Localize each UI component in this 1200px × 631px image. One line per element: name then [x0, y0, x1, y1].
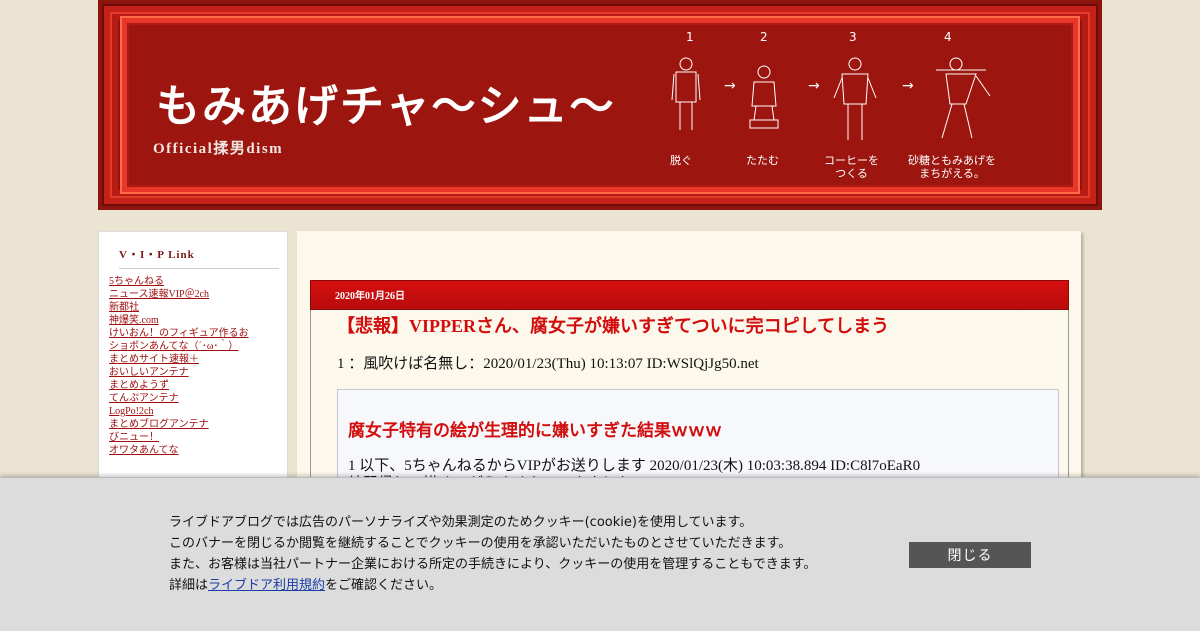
sidebar-link[interactable]: まとめようず [109, 380, 169, 391]
sidebar-link-item: LogPo!2ch [109, 405, 287, 418]
sidebar-link-item: おいしいアンテナ [109, 366, 287, 379]
arrow-icon: → [902, 78, 914, 94]
sidebar-link[interactable]: 5ちゃんねる [109, 276, 164, 287]
sidebar-link-item: まとめブログアンテナ [109, 418, 287, 431]
step-number: 2 [760, 30, 768, 44]
site-subtitle: Official揉男dism [153, 141, 284, 157]
cookie-text: ライブドアブログでは広告のパーソナライズや効果測定のためクッキー(cookie)… [169, 512, 816, 596]
sidebar-link[interactable]: 新都社 [109, 302, 139, 313]
sidebar-link-item: てんぷアンテナ [109, 392, 287, 405]
post-title[interactable]: 【悲報】VIPPERさん、腐女子が嫌いすぎてついに完コピしてしまう [337, 312, 889, 338]
sidebar-link[interactable]: てんぷアンテナ [109, 393, 179, 404]
sidebar-link-item: ニュース速報VIP＠2ch [109, 288, 287, 301]
step-number: 1 [686, 30, 694, 44]
sidebar-link-item: まとめサイト速報＋ [109, 353, 287, 366]
post-body: 【悲報】VIPPERさん、腐女子が嫌いすぎてついに完コピしてしまう 1 ：風吹け… [310, 310, 1069, 499]
date-bar: 2020年01月26日 [310, 280, 1069, 310]
step-number: 4 [944, 30, 952, 44]
sugar-figure-icon [936, 57, 991, 139]
sidebar-link[interactable]: LogPo!2ch [109, 406, 153, 417]
cookie-detail-suffix: をご確認ください。 [325, 578, 443, 593]
sidebar-link[interactable]: おいしいアンテナ [109, 367, 189, 378]
sidebar-link-item: 新都社 [109, 301, 287, 314]
sidebar-link[interactable]: びニュー！ [109, 432, 159, 443]
sidebar: V・I・P Link 5ちゃんねる ニュース速報VIP＠2ch 新都社 神爆笑.… [98, 231, 288, 491]
step-caption: たたむ [746, 154, 779, 167]
site-header: もみあげチャ～シュ～ Official揉男dism 1 2 3 4 → → → … [98, 0, 1102, 210]
step-caption: コーヒーを つくる [824, 154, 879, 180]
fold-figure-icon [749, 65, 779, 129]
sidebar-link[interactable]: 神爆笑.com [109, 315, 159, 326]
main-content: 2020年01月26日 【悲報】VIPPERさん、腐女子が嫌いすぎてついに完コピ… [297, 231, 1081, 499]
cookie-banner: ライブドアブログでは広告のパーソナライズや効果測定のためクッキー(cookie)… [0, 477, 1200, 631]
sidebar-link[interactable]: ニュース速報VIP＠2ch [109, 289, 209, 300]
header-steps-illustration: 1 2 3 4 → → → 脱ぐ たたむ コーヒーを つくる 砂糖ともみあげを … [658, 28, 1038, 188]
sidebar-link-item: ショボンあんてな（´･ω･｀） [109, 340, 287, 353]
quote-title: 腐女子特有の絵が生理的に嫌いすぎた結果ｗｗｗ [348, 421, 722, 440]
cookie-line: また、お客様は当社パートナー企業における所定の手続きにより、クッキーの使用を管理… [169, 557, 817, 572]
cookie-line: このバナーを閉じるか閲覧を継続することでクッキーの使用を承認いただいたものとさせ… [169, 536, 792, 551]
undress-figure-icon [671, 57, 701, 130]
site-title[interactable]: もみあげチャ～シュ～ [156, 70, 616, 134]
sidebar-link[interactable]: まとめブログアンテナ [109, 419, 209, 430]
coffee-figure-icon [833, 57, 877, 140]
post-date: 2020年01月26日 [335, 291, 405, 302]
step-caption: 脱ぐ [670, 154, 692, 167]
sidebar-link[interactable]: けいおん！のフィギュア作るお [109, 328, 249, 339]
sidebar-link[interactable]: まとめサイト速報＋ [109, 354, 199, 365]
sidebar-link-item: まとめようず [109, 379, 287, 392]
sidebar-link[interactable]: オワタあんてな [109, 445, 179, 456]
step-number: 3 [849, 30, 857, 44]
sidebar-link-item: 5ちゃんねる [109, 275, 287, 288]
sidebar-link-list: 5ちゃんねる ニュース速報VIP＠2ch 新都社 神爆笑.com けいおん！のフ… [109, 275, 287, 457]
cookie-line: ライブドアブログでは広告のパーソナライズや効果測定のためクッキー(cookie)… [169, 515, 753, 530]
arrow-icon: → [724, 78, 736, 94]
arrow-icon: → [808, 78, 820, 94]
sidebar-link[interactable]: ショボンあんてな（´･ω･｀） [109, 341, 238, 352]
step-caption: 砂糖ともみあげを まちがえる。 [908, 154, 996, 180]
post-meta: 1 ：風吹けば名無し：2020/01/23(Thu) 10:13:07 ID:W… [337, 356, 759, 372]
sidebar-link-item: オワタあんてな [109, 444, 287, 457]
cookie-detail-prefix: 詳細は [169, 578, 209, 593]
sidebar-link-item: びニュー！ [109, 431, 287, 444]
close-button[interactable]: 閉じる [909, 542, 1031, 568]
sidebar-link-item: けいおん！のフィギュア作るお [109, 327, 287, 340]
sidebar-title: V・I・P Link [119, 246, 279, 269]
sidebar-link-item: 神爆笑.com [109, 314, 287, 327]
terms-link[interactable]: ライブドア利用規約 [208, 578, 325, 593]
cookie-line: 詳細はライブドア利用規約をご確認ください。 [169, 575, 816, 596]
